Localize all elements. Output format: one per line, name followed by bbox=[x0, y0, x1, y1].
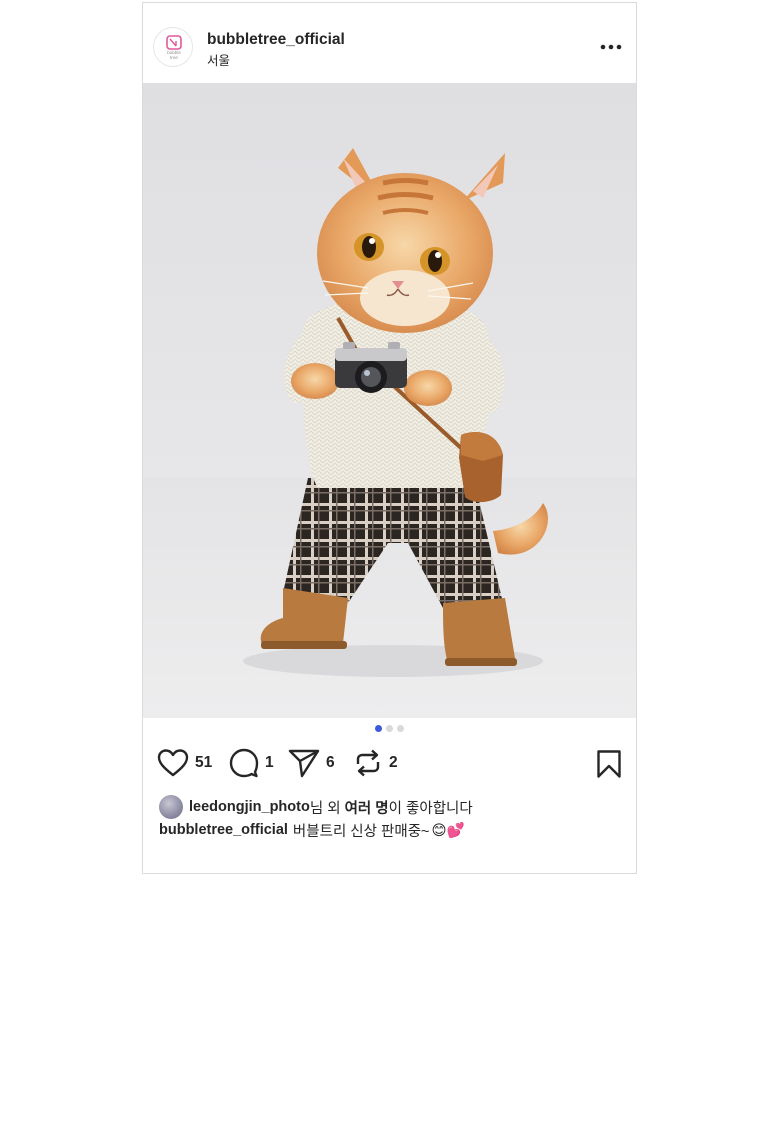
comment-button[interactable]: 1 bbox=[229, 745, 274, 781]
carousel-dot[interactable] bbox=[397, 725, 404, 732]
carousel-indicator bbox=[143, 725, 636, 733]
liked-by-line: leedongjin_photo 님 외 여러 명이 좋아합니다 bbox=[159, 794, 473, 820]
post-caption: bubbletree_official 버블트리 신상 판매중~ 😊💕 bbox=[159, 818, 465, 842]
carousel-dot[interactable] bbox=[386, 725, 393, 732]
repost-icon bbox=[356, 749, 380, 777]
post-location[interactable]: 서울 bbox=[207, 50, 230, 69]
liker-username[interactable]: leedongjin_photo bbox=[189, 799, 310, 815]
like-button[interactable]: 51 bbox=[157, 745, 212, 781]
caption-text: 버블트리 신상 판매중~ bbox=[292, 823, 430, 840]
post-username[interactable]: bubbletree_official bbox=[207, 31, 345, 49]
caption-username[interactable]: bubbletree_official bbox=[159, 822, 288, 838]
post-card: bubble tree bubbletree_official 서울 51 1 … bbox=[142, 2, 637, 874]
action-bar: 51 1 6 2 bbox=[143, 745, 636, 785]
repost-button[interactable]: 2 bbox=[353, 745, 398, 781]
svg-text:tree: tree bbox=[170, 55, 178, 60]
liked-by-suffix-2: 이 좋아합니다 bbox=[388, 800, 473, 817]
liker-avatar[interactable] bbox=[159, 795, 183, 819]
repost-count: 2 bbox=[389, 754, 398, 771]
share-icon bbox=[288, 749, 320, 778]
cat-photographer-image bbox=[143, 83, 636, 718]
carousel-dot-active[interactable] bbox=[375, 725, 382, 732]
bookmark-button[interactable] bbox=[596, 749, 622, 784]
bookmark-icon bbox=[597, 750, 621, 778]
profile-avatar[interactable]: bubble tree bbox=[153, 27, 193, 67]
heart-icon bbox=[157, 749, 189, 777]
share-button[interactable]: 6 bbox=[288, 745, 335, 781]
like-count: 51 bbox=[195, 754, 213, 771]
more-icon[interactable] bbox=[598, 37, 624, 57]
post-header: bubble tree bubbletree_official 서울 bbox=[143, 3, 636, 83]
comment-count: 1 bbox=[265, 754, 274, 771]
share-count: 6 bbox=[326, 754, 335, 771]
liked-by-suffix: 님 외 bbox=[309, 800, 345, 817]
liked-by-others[interactable]: 여러 명 bbox=[345, 797, 389, 818]
bubbletree-logo: bubble tree bbox=[166, 35, 182, 60]
caption-emojis: 😊💕 bbox=[431, 822, 465, 839]
comment-icon bbox=[229, 748, 259, 778]
post-photo[interactable] bbox=[143, 83, 636, 718]
